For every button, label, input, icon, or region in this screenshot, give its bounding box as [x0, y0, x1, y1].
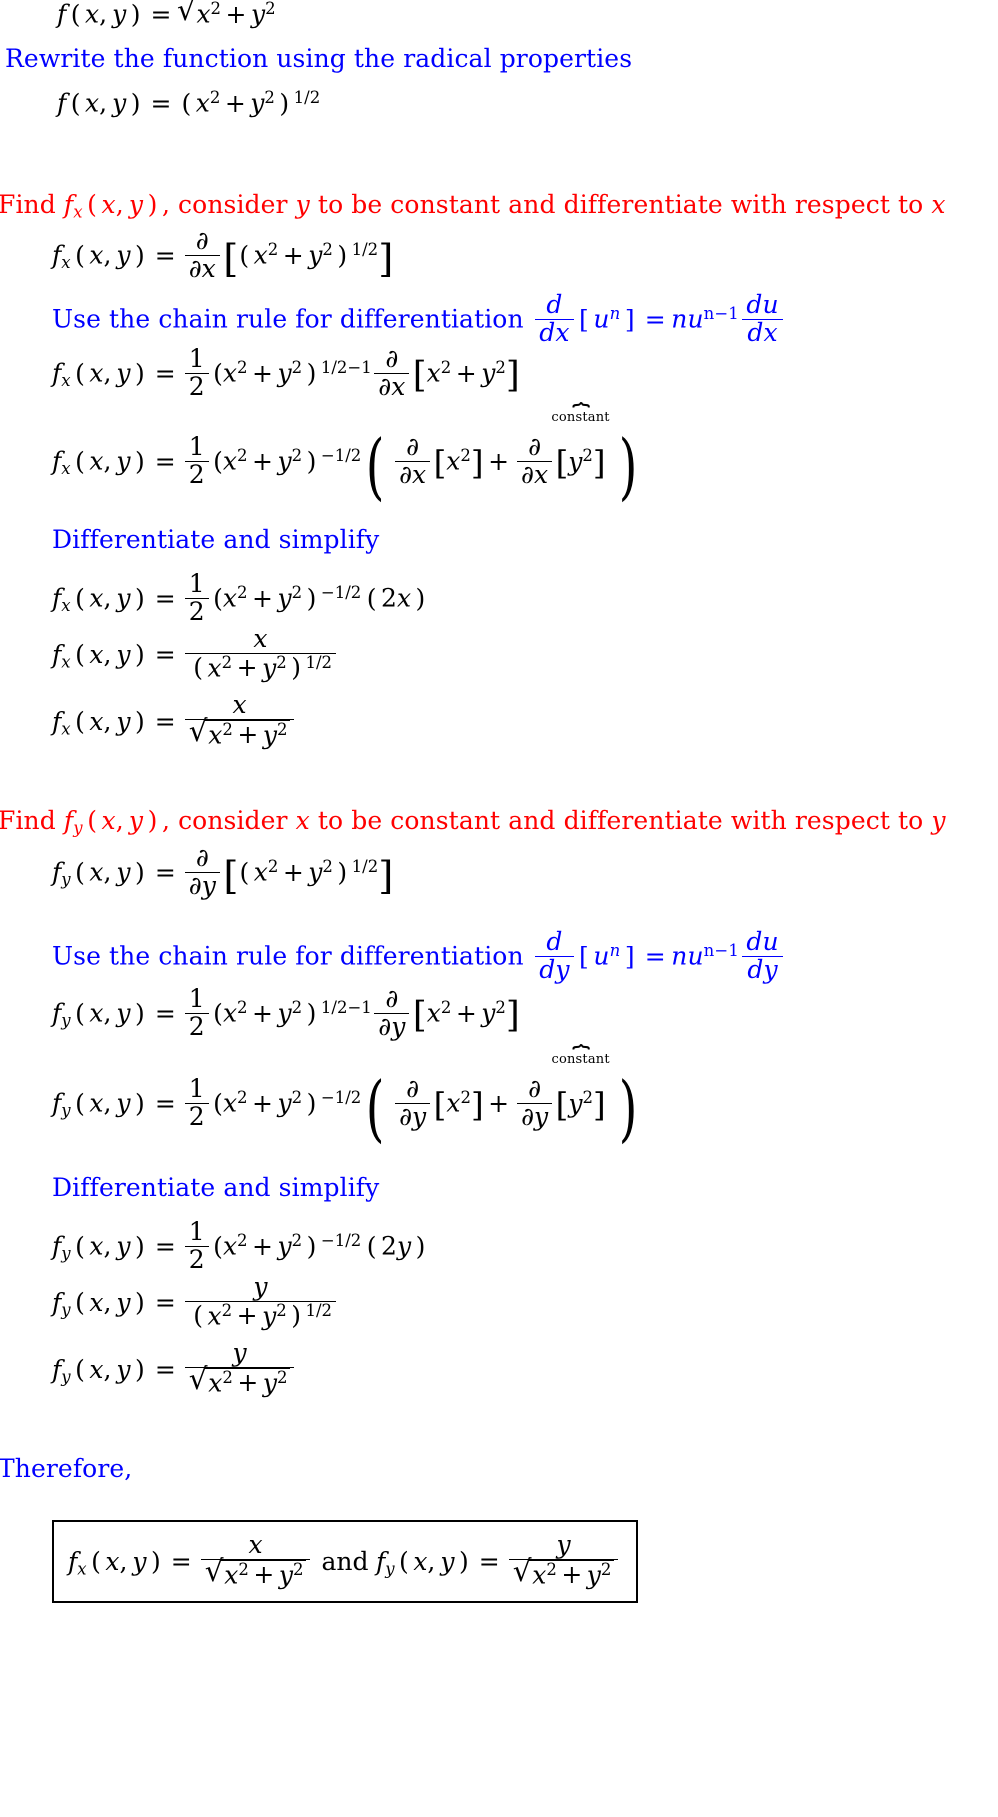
boxed-final-answer: fx(x, y) = x √ x2 + y2 and fy(x, y) = y √ x2 + y2 — [52, 1520, 638, 1603]
equation-fx-5: fx(x, y) = x(x2 + y2) 1/2 — [52, 625, 340, 682]
math-solution-page: f(x, y) = √ x2 + y2 Rewrite the function usin… — [0, 0, 998, 1817]
overbrace-icon: ⏞ — [571, 402, 590, 431]
instruction-chain-rule-y-text: Use the chain rule for differentiation — [52, 941, 524, 971]
overbrace-constant-x: constant ⏞ [y2] — [551, 402, 610, 482]
equation-fy-4: fy(x, y) = 1 2 (x2 + y2) −1/2(2y) — [52, 1217, 426, 1274]
equation-fy-1: fy(x, y) = ∂ ∂y[(x2 + y2) 1/2] — [52, 843, 394, 900]
overbrace-constant-y: constant ⏞ [y2] — [551, 1044, 610, 1124]
instruction-rewrite: Rewrite the function using the radical p… — [5, 44, 633, 73]
equation-fy-2: fy(x, y) = 1 2 (x2 + y2) 1/2−1 ∂ ∂y [x2 + y2] — [52, 984, 520, 1041]
instruction-simplify-x: Differentiate and simplify — [52, 525, 380, 554]
radical-icon: √ — [176, 0, 196, 27]
heading-find-fy: Find fy(x, y), consider x to be constant… — [0, 806, 946, 838]
instruction-simplify-y: Differentiate and simplify — [52, 1173, 380, 1202]
equation-fy-3: fy(x, y) = 1 2 (x2 + y2) −1/2(∂ ∂y [x2] + ∂ ∂y consta… — [52, 1044, 638, 1152]
equation-fy-5: fy(x, y) = y(x2 + y2) 1/2 — [52, 1273, 340, 1330]
equation-fx-4: fx(x, y) = 1 2 (x2 + y2) −1/2(2x) — [52, 569, 426, 626]
equation-fx-3: fx(x, y) = 1 2 (x2 + y2) −1/2(∂ ∂x [x2] + ∂ ∂x consta… — [52, 402, 638, 510]
instruction-chain-rule-x-text: Use the chain rule for differentiation — [52, 304, 524, 334]
therefore-label: Therefore, — [0, 1454, 133, 1483]
equation-rewritten: f(x, y) =(x2 + y2) 1/2 — [57, 88, 321, 118]
equation-given: f(x, y) = √ x2 + y2 — [57, 0, 279, 29]
heading-find-fx: Find fx(x, y), consider y to be constant… — [0, 190, 946, 222]
equation-fx-6: fx(x, y) = x √ x2 + y2 — [52, 691, 298, 749]
equation-fy-6: fy(x, y) = y √ x2 + y2 — [52, 1339, 298, 1397]
equation-fx-1: fx(x, y) = ∂ ∂x[(x2 + y2) 1/2] — [52, 226, 394, 283]
equation-fx-2: fx(x, y) = 1 2 (x2 + y2) 1/2−1 ∂ ∂x [x2 + y2] — [52, 344, 520, 401]
overbrace-icon: ⏞ — [571, 1044, 590, 1073]
instruction-chain-rule-x: Use the chain rule for differentiation d… — [52, 291, 786, 346]
instruction-chain-rule-y: Use the chain rule for differentiation d… — [52, 928, 786, 983]
